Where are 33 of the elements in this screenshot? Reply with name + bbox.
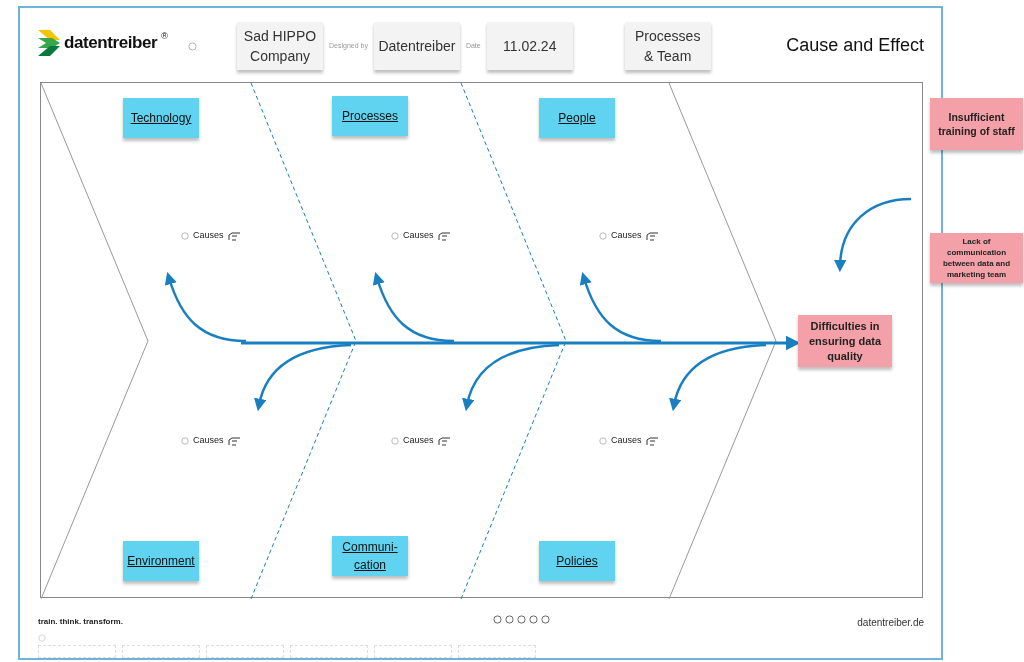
causes-label: Causes [611, 229, 642, 242]
category-note: Communi-cation [332, 536, 408, 576]
causes-label: Causes [193, 434, 224, 447]
info-icon [391, 436, 399, 445]
field-note: Processes & Team [624, 22, 711, 70]
logo-icon [38, 30, 60, 56]
logo-text: datentreiber [64, 32, 158, 55]
causes-label: Causes [611, 434, 642, 447]
registered-mark: ® [161, 30, 168, 43]
info-icon [181, 231, 189, 240]
category-note: People [539, 98, 615, 138]
sticky-note: Lack of communication between data and marketing team [930, 233, 1023, 283]
info-icon [38, 634, 46, 642]
causes-label: Causes [403, 434, 434, 447]
field-note: Datentreiber [373, 22, 460, 70]
info-icon [391, 231, 399, 240]
category-note: Environment [123, 541, 199, 581]
causes-label: Causes [193, 229, 224, 242]
sticky-note: Insufficient training of staff [930, 98, 1023, 150]
info-icon [181, 436, 189, 445]
causes-label: Causes [403, 229, 434, 242]
field-note: Sad HIPPO Company [237, 22, 323, 70]
info-icon [599, 436, 607, 445]
website-link[interactable]: datentreiber.de [857, 615, 924, 630]
category-note: Technology [123, 98, 199, 138]
effect-note: Difficulties in ensuring data quality [798, 315, 892, 367]
board-title: Cause and Effect [786, 34, 924, 57]
field-note: 11.02.24 [486, 22, 573, 70]
category-note: Policies [539, 541, 615, 581]
slogan: train. think. transform. [38, 616, 123, 628]
info-icon [188, 41, 197, 51]
category-note: Processes [332, 96, 408, 136]
info-icon [599, 231, 607, 240]
